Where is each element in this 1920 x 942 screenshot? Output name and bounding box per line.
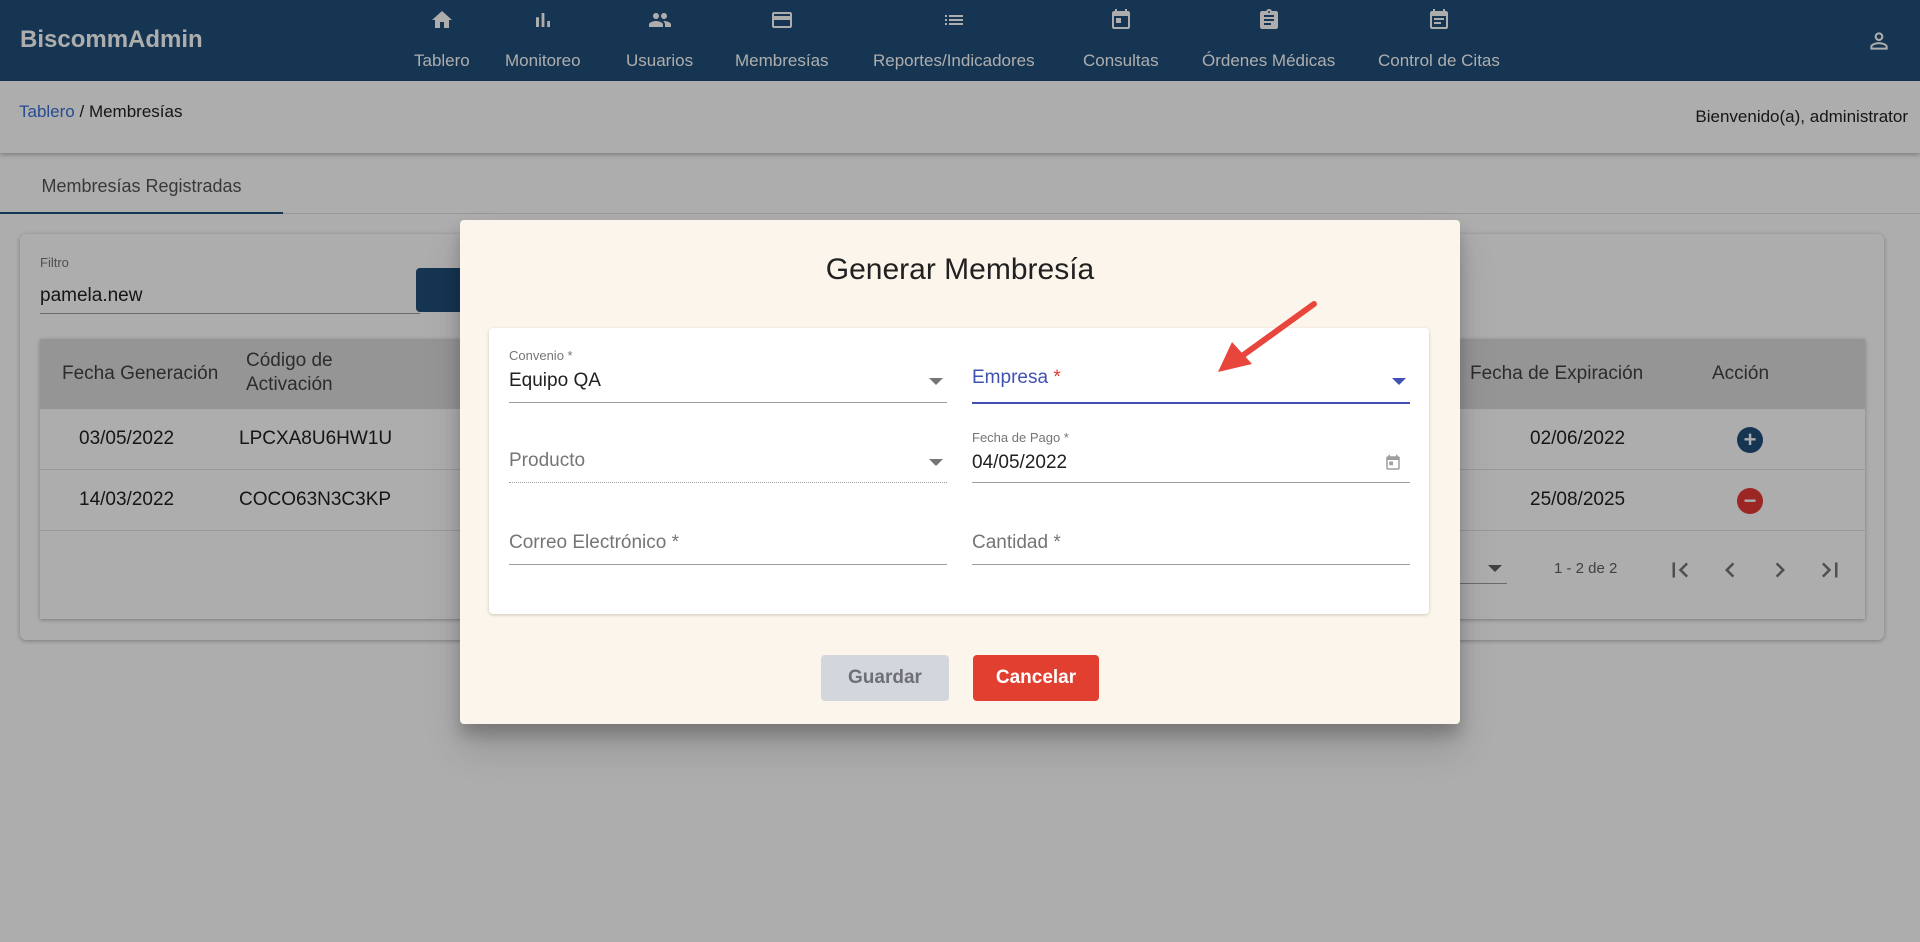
chevron-down-icon (1392, 378, 1406, 385)
convenio-select[interactable]: Convenio * Equipo QA (509, 348, 947, 404)
producto-select[interactable]: Producto (509, 430, 947, 486)
guardar-button[interactable]: Guardar (821, 655, 949, 701)
empresa-label: Empresa * (972, 367, 1061, 388)
required-asterisk: * (1053, 367, 1061, 388)
correo-field[interactable]: Correo Electrónico * (509, 512, 947, 568)
producto-placeholder: Producto (509, 450, 586, 471)
fecha-pago-value: 04/05/2022 (972, 452, 1068, 473)
fecha-pago-underline (972, 482, 1410, 483)
cantidad-underline (972, 564, 1410, 565)
convenio-label: Convenio * (509, 348, 573, 363)
annotation-arrow-icon (1218, 301, 1317, 372)
producto-underline (509, 482, 947, 483)
fecha-pago-label: Fecha de Pago * (972, 430, 1069, 445)
convenio-underline (509, 402, 947, 403)
calendar-picker-icon[interactable] (1384, 454, 1402, 472)
empresa-select[interactable]: Empresa * (972, 348, 1410, 404)
cancelar-button[interactable]: Cancelar (973, 655, 1099, 701)
convenio-value: Equipo QA (509, 370, 601, 391)
chevron-down-icon (929, 459, 943, 466)
dialog-title: Generar Membresía (825, 253, 1095, 286)
chevron-down-icon (929, 378, 943, 385)
empresa-underline (972, 402, 1410, 404)
correo-placeholder: Correo Electrónico * (509, 532, 680, 553)
correo-underline (509, 564, 947, 565)
fecha-pago-field[interactable]: Fecha de Pago * 04/05/2022 (972, 430, 1410, 486)
cantidad-placeholder: Cantidad * (972, 532, 1061, 553)
cantidad-field[interactable]: Cantidad * (972, 512, 1410, 568)
